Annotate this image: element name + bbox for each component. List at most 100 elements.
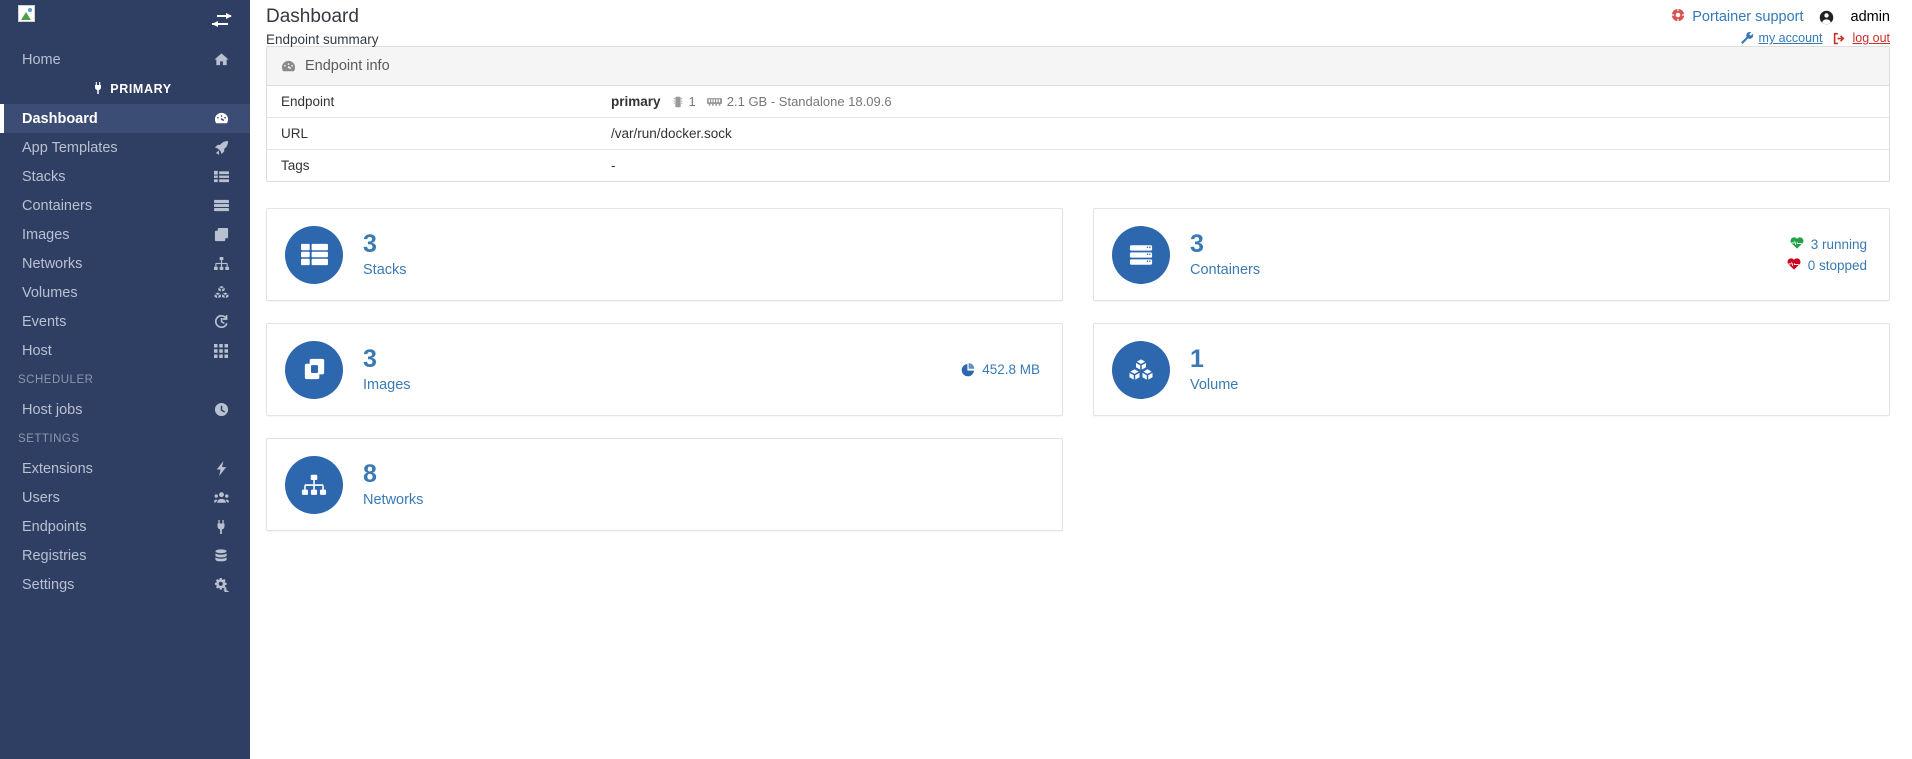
containers-label: Containers	[1190, 262, 1261, 279]
portainer-logo	[18, 5, 36, 23]
sidebar-item-volumes[interactable]: Volumes	[0, 278, 250, 307]
sidebar-item-label: Registries	[22, 547, 87, 564]
microchip-icon	[672, 96, 684, 108]
sidebar-item-app-templates[interactable]: App Templates	[0, 133, 250, 162]
sidebar-item-host[interactable]: Host	[0, 336, 250, 365]
containers-card-text: 3 Containers	[1190, 229, 1261, 279]
username-label: admin	[1850, 9, 1891, 25]
sidebar-endpoint-badge: PRIMARY	[0, 74, 250, 104]
volumes-count: 1	[1190, 344, 1204, 373]
th-list-icon	[285, 225, 343, 284]
page-heading: Dashboard Endpoint summary	[266, 6, 379, 47]
sidebar-item-label: Events	[22, 313, 67, 330]
th-icon	[212, 343, 230, 358]
cubes-icon	[212, 285, 230, 300]
history-icon	[212, 314, 230, 329]
sidebar-item-label: Settings	[22, 576, 75, 593]
sidebar-item-settings[interactable]: Settings	[0, 570, 250, 599]
sidebar-item-users[interactable]: Users	[0, 483, 250, 512]
networks-label: Networks	[363, 492, 424, 509]
sidebar-item-label: Networks	[22, 255, 83, 272]
sign-out-icon	[1833, 32, 1846, 45]
list-icon	[212, 169, 230, 184]
sidebar-item-networks[interactable]: Networks	[0, 249, 250, 278]
bolt-icon	[212, 461, 230, 476]
sidebar-item-dashboard[interactable]: Dashboard	[0, 104, 250, 133]
sidebar-item-registries[interactable]: Registries	[0, 541, 250, 570]
user-area: Portainer support admin my account log o…	[1671, 6, 1890, 46]
endpoint-cpu-count: 1	[688, 94, 696, 109]
pie-chart-icon	[961, 362, 975, 377]
page-title: Dashboard	[266, 6, 359, 27]
stacks-label: Stacks	[363, 262, 407, 279]
stacks-count: 3	[363, 229, 377, 258]
stacks-card[interactable]: 3 Stacks	[266, 208, 1063, 301]
endpoint-name: primary	[611, 94, 661, 109]
cubes-icon	[1112, 340, 1170, 399]
endpoint-row-key: Endpoint	[281, 94, 335, 109]
images-card[interactable]: 3 Images 452.8 MB	[266, 323, 1063, 416]
sidebar-item-extensions[interactable]: Extensions	[0, 454, 250, 483]
user-top-row: Portainer support admin	[1671, 8, 1890, 26]
sidebar-item-containers[interactable]: Containers	[0, 191, 250, 220]
sidebar-item-label: Users	[22, 489, 60, 506]
tags-row-key: Tags	[267, 149, 597, 181]
memory-icon	[706, 96, 722, 107]
containers-running-stat: 3 running	[1790, 237, 1867, 252]
cogs-icon	[212, 577, 230, 592]
sidebar-endpoint-name: PRIMARY	[110, 82, 172, 96]
portainer-support-link[interactable]: Portainer support	[1692, 9, 1803, 25]
containers-card[interactable]: 3 Containers 3 running 0 stopped	[1093, 208, 1890, 301]
containers-count: 3	[1190, 229, 1204, 258]
server-icon	[212, 198, 230, 213]
stacks-card-text: 3 Stacks	[363, 229, 407, 279]
sidebar-nav: Home PRIMARY Dashboard App Templates Sta…	[0, 42, 250, 759]
sidebar-item-events[interactable]: Events	[0, 307, 250, 336]
endpoint-info-panel: Endpoint info Endpoint primary 1 2.1 GB …	[266, 46, 1890, 182]
sitemap-icon	[212, 256, 230, 271]
home-icon	[212, 52, 230, 67]
server-icon	[1112, 225, 1170, 284]
networks-count: 8	[363, 459, 377, 488]
containers-stopped-text: 0 stopped	[1807, 257, 1867, 273]
sidebar-header	[0, 0, 250, 42]
sidebar-item-images[interactable]: Images	[0, 220, 250, 249]
plug-icon	[92, 81, 104, 97]
sidebar-item-endpoints[interactable]: Endpoints	[0, 512, 250, 541]
sidebar-item-label: Stacks	[22, 168, 66, 185]
endpoint-row-value: primary 1 2.1 GB - Standalone 18.09.6	[597, 86, 1889, 118]
sidebar: Home PRIMARY Dashboard App Templates Sta…	[0, 0, 250, 759]
images-size-stat: 452.8 MB	[961, 362, 1040, 377]
sidebar-item-stacks[interactable]: Stacks	[0, 162, 250, 191]
sidebar-item-home[interactable]: Home	[0, 45, 250, 74]
sidebar-item-label: Host	[22, 342, 52, 359]
sidebar-item-host-jobs[interactable]: Host jobs	[0, 395, 250, 424]
containers-status: 3 running 0 stopped	[1787, 237, 1867, 273]
endpoint-memory-version: 2.1 GB - Standalone 18.09.6	[726, 94, 892, 109]
clone-icon	[285, 340, 343, 399]
containers-stopped-stat: 0 stopped	[1787, 258, 1867, 273]
wrench-icon	[1740, 32, 1753, 44]
life-ring-icon	[1671, 8, 1685, 26]
my-account-link[interactable]: my account	[1759, 31, 1823, 45]
endpoint-info-table: Endpoint primary 1 2.1 GB - Standalone 1…	[267, 86, 1889, 181]
networks-card[interactable]: 8 Networks	[266, 438, 1063, 531]
sidebar-section-scheduler: SCHEDULER	[18, 374, 94, 386]
rocket-icon	[212, 140, 230, 155]
images-card-text: 3 Images	[363, 346, 411, 394]
user-circle-icon	[1819, 10, 1834, 25]
images-size-area: 452.8 MB	[961, 362, 1040, 377]
table-row: Tags -	[267, 149, 1889, 181]
log-out-link[interactable]: log out	[1852, 31, 1890, 45]
endpoint-info-title: Endpoint info	[305, 58, 390, 74]
broken-image-icon	[18, 5, 35, 22]
sitemap-icon	[285, 455, 343, 514]
sidebar-section-settings: SETTINGS	[18, 433, 80, 445]
sidebar-collapse-toggle[interactable]	[211, 11, 233, 31]
containers-running-text: 3 running	[1810, 236, 1867, 252]
sidebar-item-label: Endpoints	[22, 518, 87, 535]
volumes-card[interactable]: 1 Volume	[1093, 323, 1890, 416]
heartbeat-green-icon	[1790, 236, 1804, 252]
main-content: Dashboard Endpoint summary Portainer sup…	[250, 0, 1912, 759]
clock-icon	[212, 402, 230, 417]
